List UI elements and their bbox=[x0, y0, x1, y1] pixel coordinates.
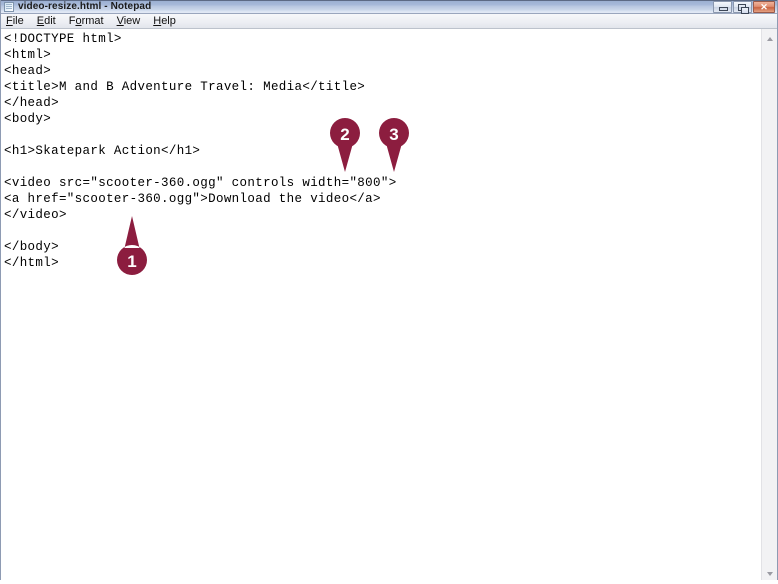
close-icon: ✕ bbox=[760, 2, 768, 12]
menu-item-help[interactable]: Help bbox=[153, 15, 176, 28]
code-line: </html> bbox=[4, 256, 59, 270]
code-line: <h1>Skatepark Action</h1> bbox=[4, 144, 201, 158]
code-line: <video src="scooter-360.ogg" controls wi… bbox=[4, 176, 397, 190]
menu-item-view[interactable]: View bbox=[117, 15, 141, 28]
maximize-icon bbox=[738, 4, 749, 14]
minimize-icon bbox=[719, 7, 728, 11]
code-line: </body> bbox=[4, 240, 59, 254]
close-button[interactable]: ✕ bbox=[753, 1, 775, 13]
vertical-scrollbar[interactable] bbox=[761, 29, 777, 582]
scroll-up-arrow[interactable] bbox=[762, 31, 778, 47]
menu-item-edit[interactable]: Edit bbox=[37, 15, 56, 28]
code-line: <!DOCTYPE html> bbox=[4, 32, 122, 46]
code-line: </head> bbox=[4, 96, 59, 110]
menu-item-format[interactable]: Format bbox=[69, 15, 104, 28]
code-line: </video> bbox=[4, 208, 67, 222]
editor-region: <!DOCTYPE html> <html> <head> <title>M and … bbox=[1, 29, 777, 582]
maximize-button[interactable] bbox=[733, 1, 752, 14]
text-editor[interactable]: <!DOCTYPE html> <html> <head> <title>M and … bbox=[1, 29, 761, 582]
code-line: <a href="scooter-360.ogg">Download the v… bbox=[4, 192, 381, 206]
document-icon bbox=[4, 1, 14, 12]
window-title: video-resize.html - Notepad bbox=[18, 0, 152, 12]
window-bottom-edge bbox=[0, 580, 778, 584]
menu-item-file[interactable]: File bbox=[6, 15, 24, 28]
chevron-down-icon bbox=[767, 572, 773, 576]
code-line: <body> bbox=[4, 112, 52, 126]
menu-bar: File Edit Format View Help bbox=[1, 14, 777, 29]
notepad-window: video-resize.html - Notepad ✕ File Edit … bbox=[0, 0, 778, 584]
code-line: <head> bbox=[4, 64, 52, 78]
window-controls: ✕ bbox=[713, 1, 775, 14]
code-line: <title>M and B Adventure Travel: Media</… bbox=[4, 80, 366, 94]
code-line: <html> bbox=[4, 48, 52, 62]
chevron-up-icon bbox=[767, 37, 773, 41]
title-bar[interactable]: video-resize.html - Notepad ✕ bbox=[1, 0, 777, 14]
minimize-button[interactable] bbox=[713, 1, 732, 13]
